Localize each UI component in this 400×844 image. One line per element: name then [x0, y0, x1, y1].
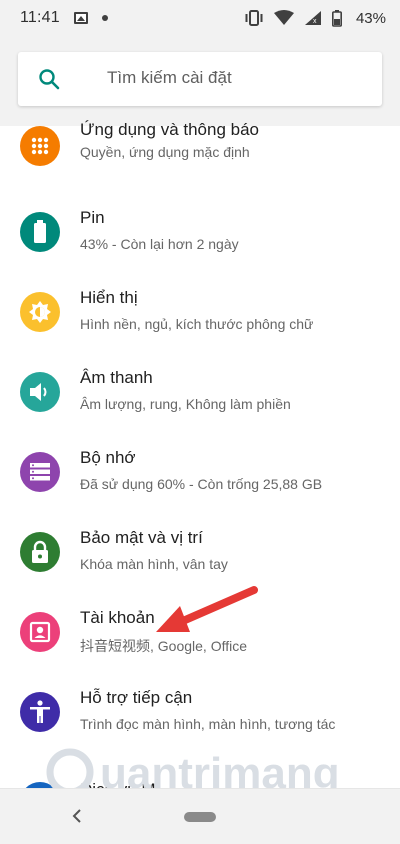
- search-bar[interactable]: Tìm kiếm cài đặt: [18, 52, 382, 106]
- setting-subtitle: Âm lượng, rung, Không làm phiền: [80, 396, 291, 412]
- volume-icon: [20, 372, 60, 412]
- settings-list: Ứng dụng và thông báo Quyền, ứng dụng mặ…: [0, 120, 400, 822]
- setting-subtitle: Đã sử dụng 60% - Còn trống 25,88 GB: [80, 476, 323, 492]
- setting-item-display[interactable]: Hiển thị Hình nền, ngủ, kích thước phông…: [0, 272, 400, 352]
- setting-subtitle: Trình đọc màn hình, màn hình, tương tác: [80, 716, 336, 732]
- signal-icon: x: [304, 11, 321, 25]
- home-pill-button[interactable]: [184, 812, 216, 822]
- setting-title: Pin: [80, 208, 105, 227]
- setting-title: Bảo mật và vị trí: [80, 528, 203, 547]
- setting-title: Bộ nhớ: [80, 448, 136, 467]
- setting-subtitle: Khóa màn hình, vân tay: [80, 556, 228, 572]
- setting-item-sound[interactable]: Âm thanh Âm lượng, rung, Không làm phiền: [0, 352, 400, 432]
- svg-text:x: x: [313, 18, 317, 25]
- setting-title: Ứng dụng và thông báo: [80, 120, 259, 139]
- search-input[interactable]: Tìm kiếm cài đặt: [107, 68, 232, 88]
- setting-item-security[interactable]: Bảo mật và vị trí Khóa màn hình, vân tay: [0, 512, 400, 592]
- navigation-bar: [0, 788, 400, 844]
- wifi-icon: [273, 10, 294, 25]
- search-icon: [39, 69, 60, 90]
- status-time: 11:41: [20, 9, 60, 26]
- image-notification-icon: [73, 12, 88, 24]
- red-arrow-annotation: [156, 586, 258, 632]
- lock-icon: [20, 532, 60, 572]
- accessibility-icon: [20, 692, 60, 732]
- setting-item-apps[interactable]: Ứng dụng và thông báo Quyền, ứng dụng mặ…: [0, 112, 400, 192]
- setting-subtitle: Hình nền, ngủ, kích thước phông chữ: [80, 316, 314, 332]
- setting-title: Âm thanh: [80, 368, 153, 387]
- setting-item-battery[interactable]: Pin 43% - Còn lại hơn 2 ngày: [0, 192, 400, 272]
- setting-title: Tài khoản: [80, 608, 155, 627]
- back-icon[interactable]: [66, 805, 88, 827]
- settings-screen: 11:41 x 43% Tìm kiếm cài đặt Ứng dụng và…: [0, 0, 400, 844]
- setting-subtitle: 43% - Còn lại hơn 2 ngày: [80, 236, 239, 252]
- storage-icon: [20, 452, 60, 492]
- notification-icons: [73, 12, 108, 24]
- vibrate-icon: [245, 10, 263, 26]
- status-bar: 11:41 x 43%: [0, 0, 400, 36]
- setting-title: Hỗ trợ tiếp cận: [80, 688, 193, 707]
- more-notifications-dot-icon: [101, 15, 108, 21]
- brightness-icon: [20, 292, 60, 332]
- setting-title: Hiển thị: [80, 288, 138, 307]
- battery-percent: 43%: [355, 9, 386, 27]
- battery-icon: [20, 212, 60, 252]
- setting-item-accessibility[interactable]: Hỗ trợ tiếp cận Trình đọc màn hình, màn …: [0, 672, 400, 752]
- setting-subtitle: Quyền, ứng dụng mặc định: [80, 144, 250, 160]
- apps-grid-icon: [20, 126, 60, 166]
- setting-item-storage[interactable]: Bộ nhớ Đã sử dụng 60% - Còn trống 25,88 …: [0, 432, 400, 512]
- battery-status-icon: [331, 9, 342, 27]
- status-right: x 43%: [244, 9, 386, 27]
- account-box-icon: [20, 612, 60, 652]
